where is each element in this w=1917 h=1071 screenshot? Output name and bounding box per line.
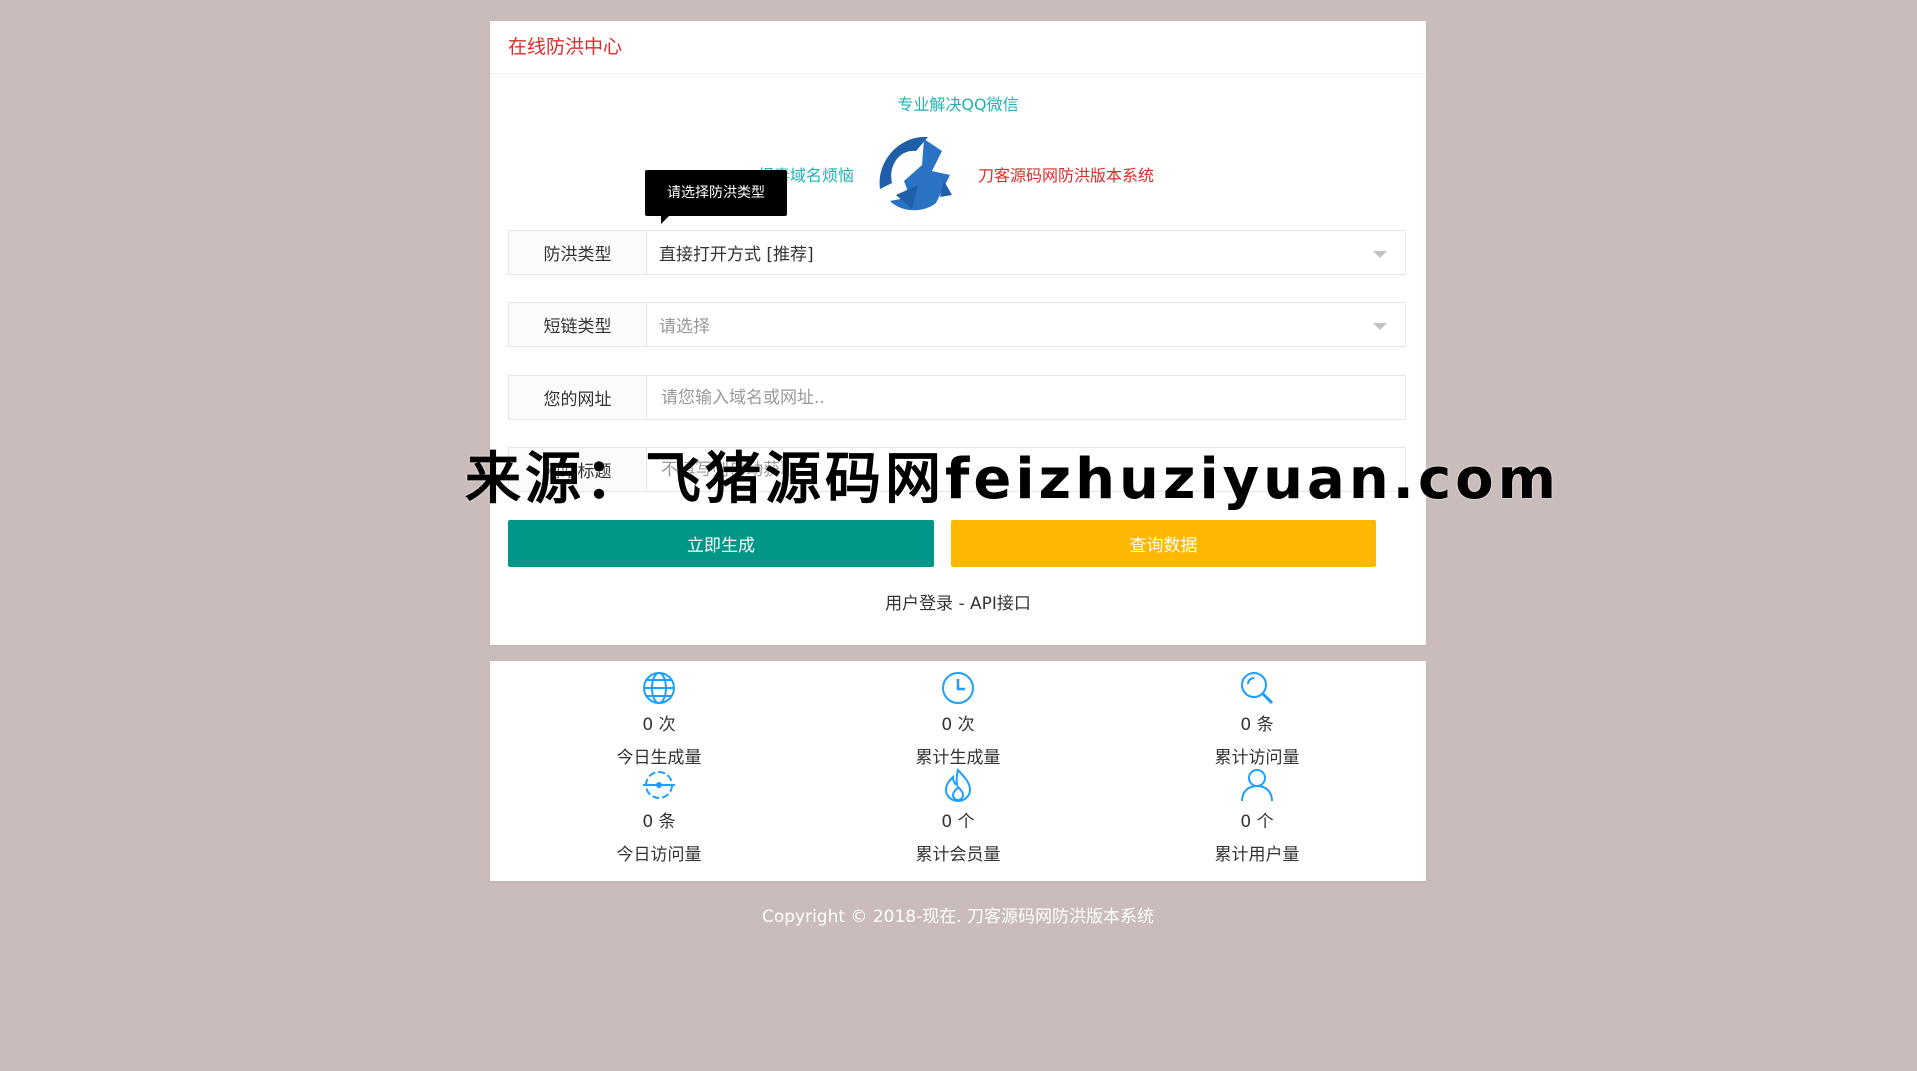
logo-icon <box>879 136 952 211</box>
stat-total-visits: 0 条 累计访问量 <box>1157 670 1357 768</box>
main-card: 在线防洪中心 专业解决QQ微信 报毒域名烦恼 刀客源码网防洪版本系统 防洪类型 … <box>490 21 1426 645</box>
stat-value: 0 个 <box>1240 812 1274 832</box>
bottom-links: 用户登录 - API接口 <box>490 589 1426 614</box>
source-watermark: 来源：飞猪源码网feizhuziyuan.com <box>465 447 1560 512</box>
page-title: 在线防洪中心 <box>490 21 1426 74</box>
stat-total-generated: 0 次 累计生成量 <box>858 670 1058 768</box>
stat-value: 0 条 <box>642 812 676 832</box>
stat-value: 0 次 <box>642 715 676 735</box>
stat-label: 累计生成量 <box>915 748 1001 768</box>
stat-value: 0 条 <box>1240 715 1274 735</box>
footer-copyright: Copyright © 2018-现在. 刀客源码网防洪版本系统 <box>761 907 1155 927</box>
flood-type-value: 直接打开方式 [推荐] <box>659 245 814 265</box>
flood-type-label: 防洪类型 <box>509 231 647 274</box>
stat-label: 今日生成量 <box>616 748 702 768</box>
stat-label: 累计用户量 <box>1214 845 1300 865</box>
form-row-shortlink-type: 短链类型 请选择 <box>508 302 1406 347</box>
chevron-down-icon <box>1373 323 1387 330</box>
stat-label: 累计会员量 <box>915 845 1001 865</box>
shortlink-type-select[interactable]: 请选择 <box>647 303 1405 346</box>
brand-tagline-right: 刀客源码网防洪版本系统 <box>978 166 1155 185</box>
stat-total-members: 0 个 累计会员量 <box>858 767 1058 865</box>
flood-type-tooltip: 请选择防洪类型 <box>645 170 787 224</box>
flood-type-select[interactable]: 直接打开方式 [推荐] <box>647 231 1405 274</box>
stat-total-users: 0 个 累计用户量 <box>1157 767 1357 865</box>
api-link[interactable]: API接口 <box>970 594 1031 614</box>
url-input[interactable] <box>659 386 1372 409</box>
stat-today-visits: 0 条 今日访问量 <box>559 767 759 865</box>
user-icon <box>1241 769 1273 802</box>
stat-value: 0 个 <box>941 812 975 832</box>
form-row-url: 您的网址 <box>508 375 1406 420</box>
form-row-flood-type: 防洪类型 直接打开方式 [推荐] <box>508 230 1406 275</box>
query-data-button[interactable]: 查询数据 <box>951 520 1376 567</box>
shortlink-type-label: 短链类型 <box>509 303 647 346</box>
stats-card: 0 次 今日生成量 0 次 累计生成量 0 条 累计访问量 0 条 今日访问量 <box>490 661 1426 881</box>
url-label: 您的网址 <box>509 376 647 419</box>
chevron-down-icon <box>1373 251 1387 258</box>
stat-value: 0 次 <box>941 715 975 735</box>
stat-label: 累计访问量 <box>1214 748 1300 768</box>
shortlink-type-placeholder: 请选择 <box>659 317 710 337</box>
brand-tagline-top: 专业解决QQ微信 <box>897 95 1019 114</box>
search-icon <box>1241 672 1274 705</box>
stat-today-generated: 0 次 今日生成量 <box>559 670 759 768</box>
user-login-link[interactable]: 用户登录 <box>885 594 953 614</box>
fire-icon <box>944 767 972 802</box>
loading-icon <box>643 771 675 799</box>
url-field-wrap <box>647 376 1405 419</box>
stat-label: 今日访问量 <box>616 845 702 865</box>
generate-button[interactable]: 立即生成 <box>508 520 934 567</box>
clock-icon <box>942 672 974 704</box>
globe-icon <box>643 672 675 704</box>
link-separator: - <box>953 594 971 614</box>
